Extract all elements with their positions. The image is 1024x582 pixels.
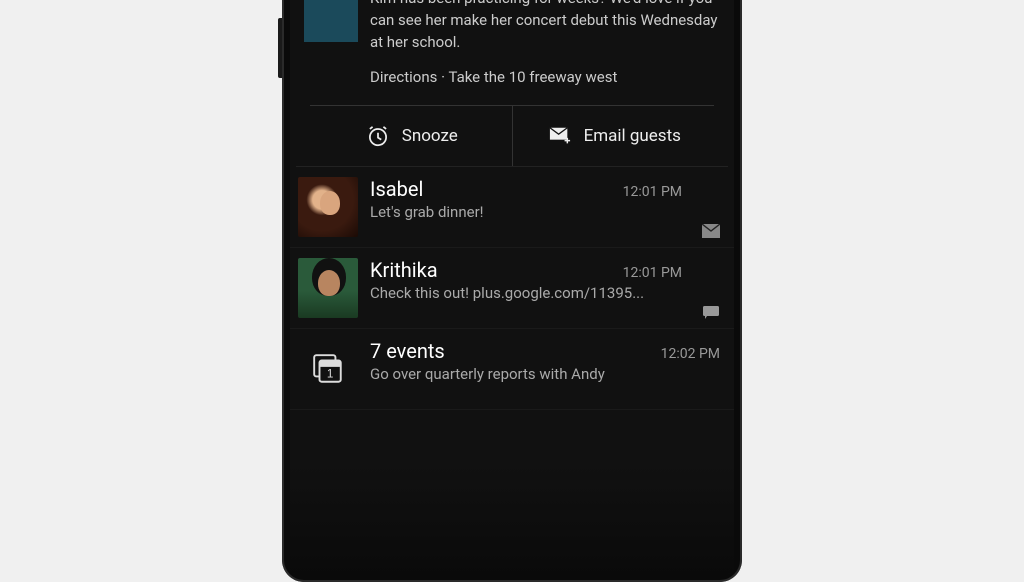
snooze-button[interactable]: Snooze xyxy=(310,106,513,166)
avatar xyxy=(298,177,358,237)
notification-header: Krithika 12:01 PM xyxy=(370,258,682,282)
snooze-label: Snooze xyxy=(402,126,458,146)
alarm-icon xyxy=(364,122,392,150)
calendar-description: Kim has been practicing for weeks? We'd … xyxy=(370,0,720,53)
email-plus-icon xyxy=(546,122,574,150)
calendar-directions: Directions · Take the 10 freeway west xyxy=(370,67,720,89)
notification-header: 7 events 12:02 PM xyxy=(370,339,720,363)
calendar-action-row: Snooze Email guests xyxy=(310,105,714,166)
notification-title: Krithika xyxy=(370,258,438,282)
notification-content: Krithika 12:01 PM Check this out! plus.g… xyxy=(370,258,682,302)
notification-shade: Kim has been practicing for weeks? We'd … xyxy=(290,0,734,574)
notification-content: Isabel 12:01 PM Let's grab dinner! xyxy=(370,177,682,221)
email-guests-label: Email guests xyxy=(584,126,681,146)
notification-time: 12:01 PM xyxy=(623,265,682,281)
notification-header: Isabel 12:01 PM xyxy=(370,177,682,201)
notification-text: Let's grab dinner! xyxy=(370,203,682,221)
notification-title: Isabel xyxy=(370,177,423,201)
email-guests-button[interactable]: Email guests xyxy=(513,106,715,166)
notification-content: 7 events 12:02 PM Go over quarterly repo… xyxy=(370,339,720,383)
notification-title: 7 events xyxy=(370,339,445,363)
notification-text: Check this out! plus.google.com/11395... xyxy=(370,284,682,302)
avatar xyxy=(298,258,358,318)
notification-text: Go over quarterly reports with Andy xyxy=(370,365,720,383)
calendar-stack-icon: 1 xyxy=(298,339,358,399)
calendar-color-block xyxy=(304,0,358,42)
gmail-icon xyxy=(702,223,720,237)
notification-row[interactable]: 1 7 events 12:02 PM Go over quarterly re… xyxy=(290,329,734,410)
calendar-top: Kim has been practicing for weeks? We'd … xyxy=(304,0,720,89)
svg-text:1: 1 xyxy=(327,368,334,381)
notification-row[interactable]: Krithika 12:01 PM Check this out! plus.g… xyxy=(290,248,734,329)
phone-side-button xyxy=(278,18,282,78)
notification-time: 12:02 PM xyxy=(661,346,720,362)
calendar-notification-expanded[interactable]: Kim has been practicing for weeks? We'd … xyxy=(290,0,734,166)
notification-row[interactable]: Isabel 12:01 PM Let's grab dinner! xyxy=(290,167,734,248)
notification-time: 12:01 PM xyxy=(623,184,682,200)
bottom-fade xyxy=(290,464,734,574)
calendar-body: Kim has been practicing for weeks? We'd … xyxy=(370,0,720,89)
phone-frame: Kim has been practicing for weeks? We'd … xyxy=(282,0,742,582)
chat-icon xyxy=(702,304,720,318)
